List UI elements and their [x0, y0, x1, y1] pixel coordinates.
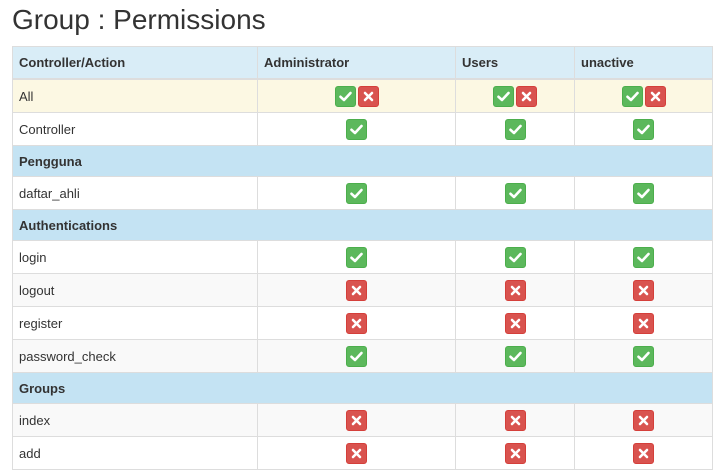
table-row: daftar_ahli	[12, 176, 713, 210]
table-row: password_check	[12, 339, 713, 373]
permission-cell	[257, 403, 456, 437]
deny-button[interactable]	[346, 279, 367, 301]
allow-button[interactable]	[504, 118, 526, 140]
permission-cell	[455, 436, 575, 470]
permission-cell	[574, 273, 713, 307]
section-header-row: Authentications	[12, 209, 713, 241]
action-label: All	[12, 78, 258, 113]
permission-cell	[257, 78, 456, 113]
permission-cell	[574, 78, 713, 113]
column-header-unactive: unactive	[574, 46, 713, 80]
allow-button[interactable]	[633, 118, 654, 140]
action-label: password_check	[12, 339, 258, 373]
permission-cell	[455, 240, 575, 274]
allow-button[interactable]	[346, 182, 367, 204]
action-label: login	[12, 240, 258, 274]
allow-button[interactable]	[633, 246, 654, 268]
allow-button[interactable]	[504, 182, 526, 204]
action-label: index	[12, 403, 258, 437]
allow-button[interactable]	[493, 85, 514, 107]
permission-cell	[455, 339, 575, 373]
permission-cell	[574, 339, 713, 373]
deny-button[interactable]	[633, 442, 654, 464]
deny-button[interactable]	[633, 312, 654, 334]
table-header-row: Controller/Action Administrator Users un…	[12, 46, 713, 80]
deny-button[interactable]	[516, 85, 537, 107]
allow-button[interactable]	[346, 118, 367, 140]
permission-cell	[574, 403, 713, 437]
permission-cell	[574, 436, 713, 470]
permission-cell	[574, 240, 713, 274]
page-title: Group : Permissions	[12, 4, 266, 35]
column-header-users: Users	[455, 46, 575, 80]
table-row: Controller	[12, 112, 713, 146]
allow-button[interactable]	[633, 182, 654, 204]
section-header-row: Groups	[12, 372, 713, 404]
table-row: register	[12, 306, 713, 340]
permissions-table-body: All Controller Pengguna daftar_ahli Authenti…	[12, 78, 713, 470]
allow-button[interactable]	[346, 246, 367, 268]
action-label: register	[12, 306, 258, 340]
section-label: Pengguna	[12, 145, 713, 177]
deny-button[interactable]	[504, 312, 526, 334]
permission-cell	[257, 436, 456, 470]
deny-button[interactable]	[346, 442, 367, 464]
action-label: add	[12, 436, 258, 470]
deny-button[interactable]	[357, 85, 379, 107]
permission-cell	[455, 273, 575, 307]
permission-cell	[574, 112, 713, 146]
table-row: add	[12, 436, 713, 470]
permission-cell	[455, 112, 575, 146]
table-row: logout	[12, 273, 713, 307]
deny-button[interactable]	[346, 312, 367, 334]
permission-cell	[574, 176, 713, 210]
permission-cell	[455, 78, 575, 113]
deny-button[interactable]	[633, 409, 654, 431]
deny-button[interactable]	[644, 85, 666, 107]
column-header-controller-action: Controller/Action	[12, 46, 258, 80]
permissions-table: Controller/Action Administrator Users un…	[12, 46, 713, 470]
permission-cell	[257, 112, 456, 146]
permission-cell	[455, 306, 575, 340]
allow-button[interactable]	[621, 85, 643, 107]
permission-cell	[257, 240, 456, 274]
permission-cell	[574, 306, 713, 340]
action-label: daftar_ahli	[12, 176, 258, 210]
section-label: Groups	[12, 372, 713, 404]
table-row: login	[12, 240, 713, 274]
section-label: Authentications	[12, 209, 713, 241]
section-header-row: Pengguna	[12, 145, 713, 177]
permission-cell	[257, 176, 456, 210]
permission-cell	[455, 403, 575, 437]
permission-cell	[257, 273, 456, 307]
deny-button[interactable]	[346, 409, 367, 431]
action-label: Controller	[12, 112, 258, 146]
deny-button[interactable]	[504, 409, 526, 431]
permission-cell	[257, 339, 456, 373]
action-label: logout	[12, 273, 258, 307]
permission-cell	[257, 306, 456, 340]
column-header-administrator: Administrator	[257, 46, 456, 80]
allow-button[interactable]	[633, 345, 654, 367]
all-permissions-row: All	[12, 78, 713, 113]
allow-button[interactable]	[346, 345, 367, 367]
deny-button[interactable]	[633, 279, 654, 301]
deny-button[interactable]	[504, 442, 526, 464]
permission-cell	[455, 176, 575, 210]
deny-button[interactable]	[504, 279, 526, 301]
allow-button[interactable]	[504, 345, 526, 367]
allow-button[interactable]	[504, 246, 526, 268]
table-row: index	[12, 403, 713, 437]
allow-button[interactable]	[334, 85, 356, 107]
